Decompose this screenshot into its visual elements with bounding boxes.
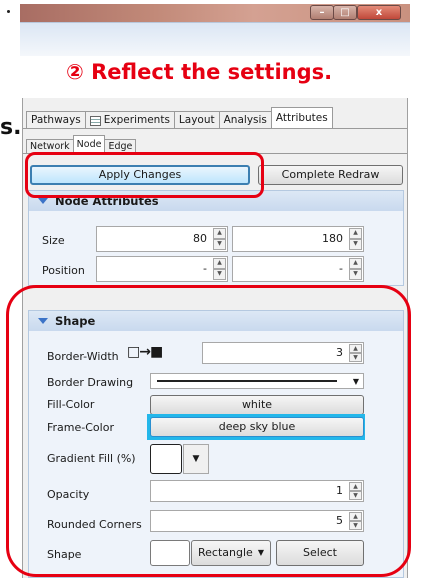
opacity-label: Opacity [47, 488, 90, 501]
minimize-button[interactable]: – [310, 5, 334, 20]
section-title: Node Attributes [55, 194, 159, 208]
chevron-down-icon: ▼ [257, 548, 264, 557]
spin-up-icon[interactable]: ▲ [213, 258, 226, 269]
tab-label: Layout [178, 114, 215, 126]
tab-pathways[interactable]: Pathways [26, 111, 86, 129]
spin-up-icon[interactable]: ▲ [213, 228, 226, 239]
tab-label: Analysis [223, 114, 267, 126]
tab-experiments[interactable]: Experiments [84, 111, 175, 129]
position-x-field[interactable]: - ▲ ▼ [96, 256, 228, 282]
menu-strip [20, 22, 410, 56]
spin-up-icon[interactable]: ▲ [349, 344, 362, 353]
size-height-value: 180 [322, 232, 343, 245]
frame-color-button[interactable]: deep sky blue [150, 417, 364, 437]
gradient-fill-label: Gradient Fill (%) [47, 452, 136, 465]
rounded-corners-label: Rounded Corners [47, 518, 142, 531]
tab-label: Node [76, 139, 102, 150]
tab-label: Attributes [275, 112, 328, 124]
spin-up-icon[interactable]: ▲ [349, 228, 362, 239]
opacity-value: 1 [336, 484, 343, 497]
fill-color-label: Fill-Color [47, 398, 95, 411]
tab-analysis[interactable]: Analysis [218, 111, 272, 129]
spin-up-icon[interactable]: ▲ [349, 512, 362, 521]
position-x-value: - [203, 262, 207, 275]
border-drawing-dropdown[interactable]: ▼ [150, 373, 364, 389]
shape-label: Shape [47, 548, 82, 561]
close-button[interactable]: x [357, 5, 401, 20]
tab-layout[interactable]: Layout [173, 111, 220, 129]
select-button[interactable]: Select [276, 540, 364, 566]
shape-preview-swatch[interactable] [150, 540, 190, 566]
sub-tab-divider [23, 153, 407, 154]
frame-color-label: Frame-Color [47, 421, 114, 434]
rounded-corners-field[interactable]: 5 ▲ ▼ [150, 510, 364, 532]
border-width-icon: □→■ [127, 344, 163, 360]
tab-label: Pathways [31, 114, 81, 126]
size-width-field[interactable]: 80 ▲ ▼ [96, 226, 228, 252]
spin-down-icon[interactable]: ▼ [349, 269, 362, 280]
spin-down-icon[interactable]: ▼ [349, 491, 362, 500]
position-y-value: - [339, 262, 343, 275]
border-drawing-label: Border Drawing [47, 376, 134, 389]
gradient-swatch[interactable] [150, 444, 182, 474]
border-width-value: 3 [336, 346, 343, 359]
window-title-bar: – □ x [0, 0, 425, 22]
tab-network[interactable]: Network [26, 139, 74, 153]
size-width-value: 80 [193, 232, 207, 245]
spin-down-icon[interactable]: ▼ [349, 239, 362, 250]
tab-node[interactable]: Node [72, 135, 106, 153]
collapse-triangle-icon [38, 318, 48, 324]
tab-label: Network [30, 141, 70, 152]
spin-up-icon[interactable]: ▲ [349, 258, 362, 269]
spin-down-icon[interactable]: ▼ [213, 269, 226, 280]
shape-select-combo[interactable]: Rectangle ▼ [191, 540, 271, 566]
tab-attributes[interactable]: Attributes [270, 107, 333, 129]
partial-text-dot [7, 10, 10, 13]
position-label: Position [42, 264, 85, 277]
line-style-preview [157, 380, 337, 382]
fill-color-button[interactable]: white [150, 395, 364, 415]
size-height-field[interactable]: 180 ▲ ▼ [232, 226, 364, 252]
tab-label: Edge [108, 141, 133, 152]
size-label: Size [42, 234, 65, 247]
complete-redraw-button[interactable]: Complete Redraw [258, 165, 403, 185]
partial-left-text: s. [0, 115, 22, 140]
tab-edge[interactable]: Edge [104, 139, 137, 153]
spin-down-icon[interactable]: ▼ [349, 353, 362, 362]
opacity-field[interactable]: 1 ▲ ▼ [150, 480, 364, 502]
spin-up-icon[interactable]: ▲ [349, 482, 362, 491]
section-title: Shape [55, 314, 96, 328]
chevron-down-icon: ▼ [352, 377, 359, 386]
rounded-corners-value: 5 [336, 514, 343, 527]
shape-header[interactable]: Shape [29, 311, 403, 331]
maximize-button[interactable]: □ [333, 5, 357, 20]
shape-value: Rectangle [198, 546, 253, 559]
tab-divider [23, 128, 407, 129]
border-width-label: Border-Width [47, 350, 119, 363]
sub-tab-row: Network Node Edge [26, 135, 137, 153]
main-tab-row: Pathways Experiments Layout Analysis Att… [26, 107, 333, 129]
chevron-down-icon[interactable]: ▼ [183, 444, 209, 474]
apply-changes-button[interactable]: Apply Changes [30, 165, 250, 185]
border-width-field[interactable]: 3 ▲ ▼ [202, 342, 364, 364]
position-y-field[interactable]: - ▲ ▼ [232, 256, 364, 282]
spin-down-icon[interactable]: ▼ [213, 239, 226, 250]
spin-down-icon[interactable]: ▼ [349, 521, 362, 530]
callout-reflect-settings: ② Reflect the settings. [66, 60, 333, 84]
grid-icon [89, 115, 101, 126]
collapse-triangle-icon [38, 198, 48, 204]
node-attributes-header[interactable]: Node Attributes [29, 191, 403, 211]
tab-label: Experiments [103, 114, 170, 126]
